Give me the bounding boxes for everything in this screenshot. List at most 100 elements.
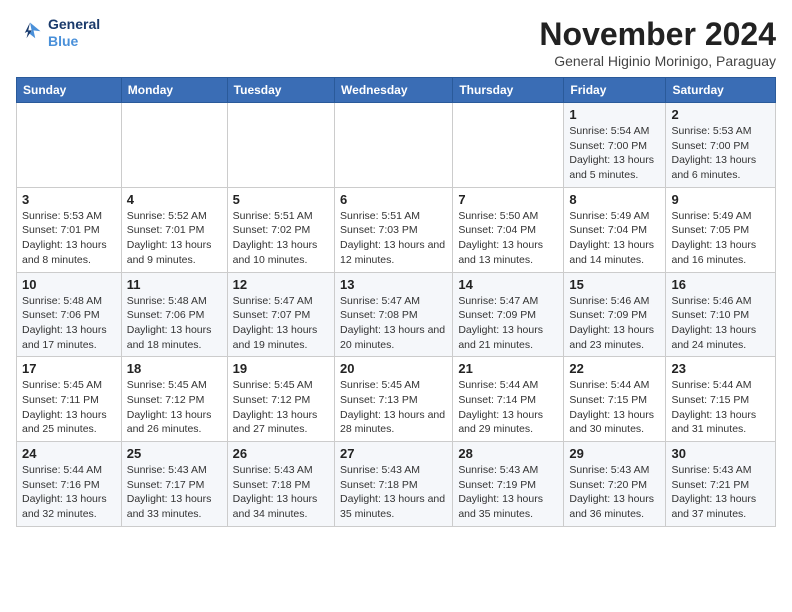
day-info: Sunrise: 5:44 AMSunset: 7:15 PMDaylight:… [671,378,770,437]
day-number: 30 [671,446,770,461]
calendar-cell: 3Sunrise: 5:53 AMSunset: 7:01 PMDaylight… [17,187,122,272]
day-info: Sunrise: 5:43 AMSunset: 7:18 PMDaylight:… [340,463,447,522]
day-info: Sunrise: 5:51 AMSunset: 7:02 PMDaylight:… [233,209,329,268]
day-number: 14 [458,277,558,292]
day-info: Sunrise: 5:45 AMSunset: 7:12 PMDaylight:… [233,378,329,437]
calendar-cell: 26Sunrise: 5:43 AMSunset: 7:18 PMDayligh… [227,442,334,527]
calendar-cell: 27 Sunrise: 5:43 AMSunset: 7:18 PMDayligh… [335,442,453,527]
calendar-cell: 21 Sunrise: 5:44 AMSunset: 7:14 PMDayligh… [453,357,564,442]
calendar-cell: 22 Sunrise: 5:44 AMSunset: 7:15 PMDayligh… [564,357,666,442]
calendar-cell: 1 Sunrise: 5:54 AMSunset: 7:00 PMDaylight… [564,103,666,188]
calendar-cell [121,103,227,188]
weekday-header-monday: Monday [121,78,227,103]
calendar-cell: 18Sunrise: 5:45 AMSunset: 7:12 PMDayligh… [121,357,227,442]
day-info: Sunrise: 5:44 AMSunset: 7:16 PMDaylight:… [22,463,116,522]
day-number: 8 [569,192,660,207]
calendar-cell [227,103,334,188]
weekday-header-thursday: Thursday [453,78,564,103]
calendar-cell [17,103,122,188]
weekday-header-row: SundayMondayTuesdayWednesdayThursdayFrid… [17,78,776,103]
day-info: Sunrise: 5:43 AMSunset: 7:20 PMDaylight:… [569,463,660,522]
day-info: Sunrise: 5:46 AMSunset: 7:09 PMDaylight:… [569,294,660,353]
calendar-cell: 16 Sunrise: 5:46 AMSunset: 7:10 PMDayligh… [666,272,776,357]
day-number: 9 [671,192,770,207]
day-number: 20 [340,361,447,376]
day-info: Sunrise: 5:45 AMSunset: 7:12 PMDaylight:… [127,378,222,437]
day-info: Sunrise: 5:43 AMSunset: 7:18 PMDaylight:… [233,463,329,522]
calendar-cell: 15 Sunrise: 5:46 AMSunset: 7:09 PMDayligh… [564,272,666,357]
calendar-cell: 23 Sunrise: 5:44 AMSunset: 7:15 PMDayligh… [666,357,776,442]
day-info: Sunrise: 5:45 AMSunset: 7:13 PMDaylight:… [340,378,447,437]
day-info: Sunrise: 5:43 AMSunset: 7:19 PMDaylight:… [458,463,558,522]
day-number: 23 [671,361,770,376]
day-number: 28 [458,446,558,461]
calendar-week-2: 3Sunrise: 5:53 AMSunset: 7:01 PMDaylight… [17,187,776,272]
title-block: November 2024 General Higinio Morinigo, … [539,16,776,69]
day-info: Sunrise: 5:43 AMSunset: 7:17 PMDaylight:… [127,463,222,522]
logo-bird-icon [16,19,44,47]
weekday-header-tuesday: Tuesday [227,78,334,103]
day-number: 15 [569,277,660,292]
day-info: Sunrise: 5:46 AMSunset: 7:10 PMDaylight:… [671,294,770,353]
day-info: Sunrise: 5:48 AMSunset: 7:06 PMDaylight:… [127,294,222,353]
calendar-cell: 30 Sunrise: 5:43 AMSunset: 7:21 PMDayligh… [666,442,776,527]
day-number: 11 [127,277,222,292]
day-info: Sunrise: 5:44 AMSunset: 7:15 PMDaylight:… [569,378,660,437]
calendar-cell: 11 Sunrise: 5:48 AMSunset: 7:06 PMDayligh… [121,272,227,357]
day-number: 19 [233,361,329,376]
weekday-header-saturday: Saturday [666,78,776,103]
calendar-cell: 14 Sunrise: 5:47 AMSunset: 7:09 PMDayligh… [453,272,564,357]
day-info: Sunrise: 5:48 AMSunset: 7:06 PMDaylight:… [22,294,116,353]
day-number: 25 [127,446,222,461]
calendar-cell: 28 Sunrise: 5:43 AMSunset: 7:19 PMDayligh… [453,442,564,527]
calendar-week-1: 1 Sunrise: 5:54 AMSunset: 7:00 PMDaylight… [17,103,776,188]
logo-text: General Blue [48,16,100,50]
day-number: 5 [233,192,329,207]
weekday-header-wednesday: Wednesday [335,78,453,103]
day-info: Sunrise: 5:47 AMSunset: 7:08 PMDaylight:… [340,294,447,353]
calendar-cell: 20 Sunrise: 5:45 AMSunset: 7:13 PMDayligh… [335,357,453,442]
weekday-header-sunday: Sunday [17,78,122,103]
calendar-cell: 13Sunrise: 5:47 AMSunset: 7:08 PMDayligh… [335,272,453,357]
day-number: 17 [22,361,116,376]
day-info: Sunrise: 5:51 AMSunset: 7:03 PMDaylight:… [340,209,447,268]
calendar-cell: 8 Sunrise: 5:49 AMSunset: 7:04 PMDaylight… [564,187,666,272]
calendar-cell [453,103,564,188]
day-info: Sunrise: 5:43 AMSunset: 7:21 PMDaylight:… [671,463,770,522]
calendar-cell: 12Sunrise: 5:47 AMSunset: 7:07 PMDayligh… [227,272,334,357]
day-number: 2 [671,107,770,122]
day-info: Sunrise: 5:47 AMSunset: 7:09 PMDaylight:… [458,294,558,353]
page-subtitle: General Higinio Morinigo, Paraguay [539,53,776,69]
day-number: 6 [340,192,447,207]
day-number: 16 [671,277,770,292]
calendar-cell: 6 Sunrise: 5:51 AMSunset: 7:03 PMDaylight… [335,187,453,272]
day-info: Sunrise: 5:49 AMSunset: 7:04 PMDaylight:… [569,209,660,268]
weekday-header-friday: Friday [564,78,666,103]
day-number: 21 [458,361,558,376]
day-number: 27 [340,446,447,461]
day-info: Sunrise: 5:50 AMSunset: 7:04 PMDaylight:… [458,209,558,268]
page-header: General Blue November 2024 General Higin… [16,16,776,69]
calendar-cell: 19 Sunrise: 5:45 AMSunset: 7:12 PMDayligh… [227,357,334,442]
calendar-week-3: 10 Sunrise: 5:48 AMSunset: 7:06 PMDayligh… [17,272,776,357]
calendar-cell: 5 Sunrise: 5:51 AMSunset: 7:02 PMDaylight… [227,187,334,272]
calendar-week-4: 17Sunrise: 5:45 AMSunset: 7:11 PMDayligh… [17,357,776,442]
day-info: Sunrise: 5:52 AMSunset: 7:01 PMDaylight:… [127,209,222,268]
day-number: 4 [127,192,222,207]
day-number: 29 [569,446,660,461]
day-info: Sunrise: 5:53 AMSunset: 7:00 PMDaylight:… [671,124,770,183]
calendar-table: SundayMondayTuesdayWednesdayThursdayFrid… [16,77,776,527]
calendar-cell: 7 Sunrise: 5:50 AMSunset: 7:04 PMDaylight… [453,187,564,272]
calendar-cell: 10 Sunrise: 5:48 AMSunset: 7:06 PMDayligh… [17,272,122,357]
calendar-cell: 24 Sunrise: 5:44 AMSunset: 7:16 PMDayligh… [17,442,122,527]
day-info: Sunrise: 5:44 AMSunset: 7:14 PMDaylight:… [458,378,558,437]
day-info: Sunrise: 5:47 AMSunset: 7:07 PMDaylight:… [233,294,329,353]
day-number: 1 [569,107,660,122]
logo: General Blue [16,16,100,50]
day-number: 22 [569,361,660,376]
calendar-cell: 9Sunrise: 5:49 AMSunset: 7:05 PMDaylight… [666,187,776,272]
day-number: 7 [458,192,558,207]
day-info: Sunrise: 5:54 AMSunset: 7:00 PMDaylight:… [569,124,660,183]
day-number: 24 [22,446,116,461]
day-number: 10 [22,277,116,292]
